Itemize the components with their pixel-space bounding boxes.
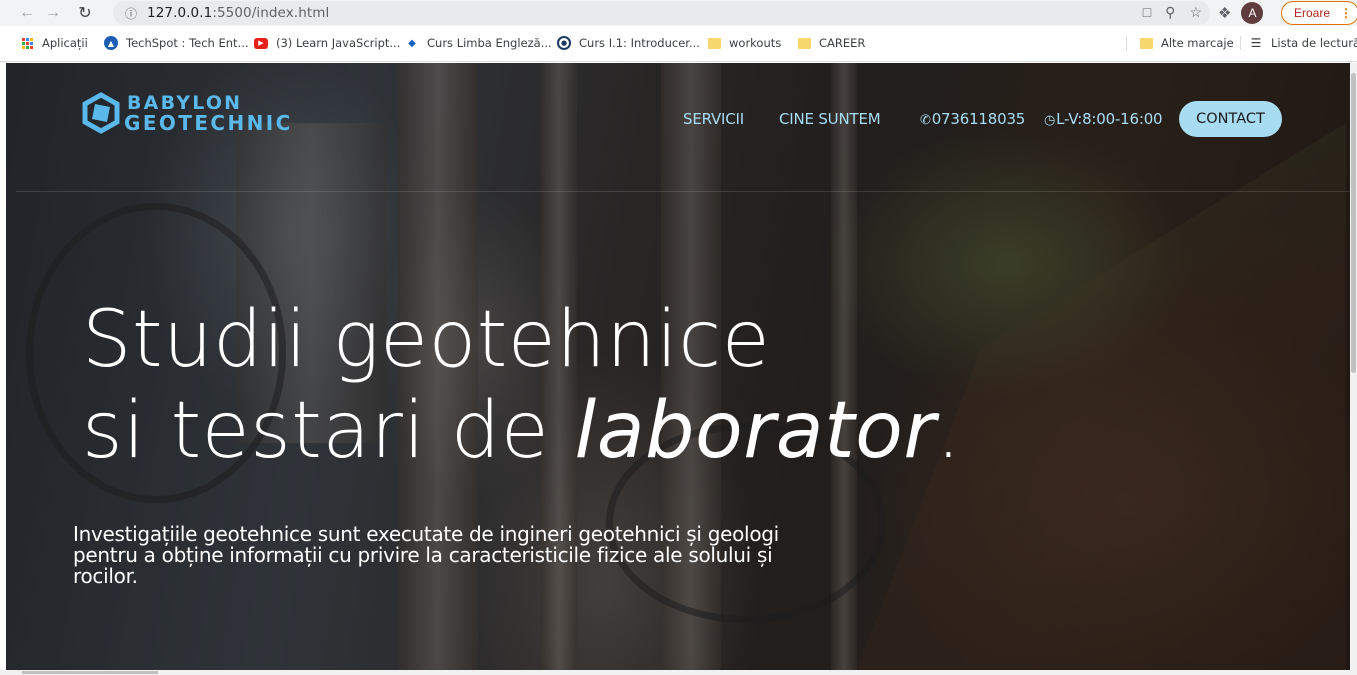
zoom-icon[interactable]: ⚲ xyxy=(1165,4,1175,21)
nav-phone[interactable]: ✆0736118035 xyxy=(920,110,1025,128)
error-label: Eroare xyxy=(1294,6,1331,20)
header-divider xyxy=(16,191,1350,192)
folder-icon xyxy=(1139,36,1153,50)
hero-title-emphasis: laborator xyxy=(574,386,936,476)
folder-icon xyxy=(797,36,811,50)
bookmark-workouts[interactable]: workouts xyxy=(707,36,781,50)
reading-list[interactable]: ☰ Lista de lectură xyxy=(1240,36,1357,50)
site-info-icon[interactable]: ⓘ xyxy=(119,5,143,22)
address-bar[interactable]: ⓘ 127.0.0.1:5500/index.html □ ⚲ ☆ xyxy=(113,1,1210,25)
hours-text: L-V:8:00-16:00 xyxy=(1056,110,1163,128)
bookmark-apps[interactable]: Aplicații xyxy=(20,36,88,50)
profile-avatar[interactable]: A xyxy=(1241,2,1264,24)
bookmark-youtube[interactable]: ▶ (3) Learn JavaScript... xyxy=(254,36,400,50)
nav-about-link[interactable]: CINE SUNTEM xyxy=(779,110,881,128)
hero-section: BABYLON GEOTECHNIC SERVICII CINE SUNTEM … xyxy=(6,63,1350,675)
bookmark-techspot[interactable]: ▲ TechSpot : Tech Ent... xyxy=(104,36,249,50)
more-menu-icon: ⋮ xyxy=(1340,6,1353,20)
extensions-icon[interactable]: ❖ xyxy=(1218,4,1231,22)
bookmark-career[interactable]: CAREER xyxy=(797,36,865,50)
clock-icon: ◷ xyxy=(1044,113,1056,128)
error-button[interactable]: Eroare ⋮ xyxy=(1281,1,1357,25)
hero-title: Studii geotehnice si testari de laborato… xyxy=(82,295,961,477)
contact-button[interactable]: CONTACT xyxy=(1179,101,1282,137)
globe-icon: ● xyxy=(557,36,571,50)
bookmark-intro-course[interactable]: ● Curs I.1: Introducer... xyxy=(557,36,700,50)
bookmarks-bar: Aplicații ▲ TechSpot : Tech Ent... ▶ (3)… xyxy=(0,26,1357,62)
horizontal-scrollbar[interactable] xyxy=(0,670,1350,675)
page-viewport: BABYLON GEOTECHNIC SERVICII CINE SUNTEM … xyxy=(0,63,1357,675)
bookmark-star-icon[interactable]: ☆ xyxy=(1189,4,1202,21)
reload-icon[interactable]: ↻ xyxy=(72,1,98,25)
vertical-scrollbar[interactable] xyxy=(1350,63,1357,675)
apps-grid-icon xyxy=(20,36,34,50)
hero-subtitle: Investigațiile geotehnice sunt executate… xyxy=(73,522,779,588)
main-nav: SERVICII CINE SUNTEM ✆0736118035 ◷L-V:8:… xyxy=(6,101,1350,137)
translate-icon[interactable]: □ xyxy=(1143,4,1151,21)
bookmark-english-course[interactable]: ◆ Curs Limba Engleză... xyxy=(405,36,552,50)
course-icon: ◆ xyxy=(408,37,416,49)
phone-number: 0736118035 xyxy=(931,110,1026,128)
hero-title-line2: si testari de laborator. xyxy=(82,386,962,476)
reading-list-icon: ☰ xyxy=(1250,36,1262,50)
phone-icon: ✆ xyxy=(920,113,931,128)
nav-services-link[interactable]: SERVICII xyxy=(683,110,744,128)
techspot-icon: ▲ xyxy=(104,36,118,50)
forward-arrow-icon[interactable]: → xyxy=(40,1,66,25)
hero-title-line1: Studii geotehnice xyxy=(82,295,771,385)
back-arrow-icon[interactable]: ← xyxy=(14,1,40,25)
browser-toolbar: ← → ↻ ⓘ 127.0.0.1:5500/index.html □ ⚲ ☆ … xyxy=(0,0,1357,26)
url-text: 127.0.0.1:5500/index.html xyxy=(147,5,330,21)
folder-icon xyxy=(707,36,721,50)
bookmark-other[interactable]: Alte marcaje xyxy=(1126,36,1234,50)
youtube-icon: ▶ xyxy=(254,37,268,49)
nav-hours: ◷L-V:8:00-16:00 xyxy=(1044,110,1163,128)
